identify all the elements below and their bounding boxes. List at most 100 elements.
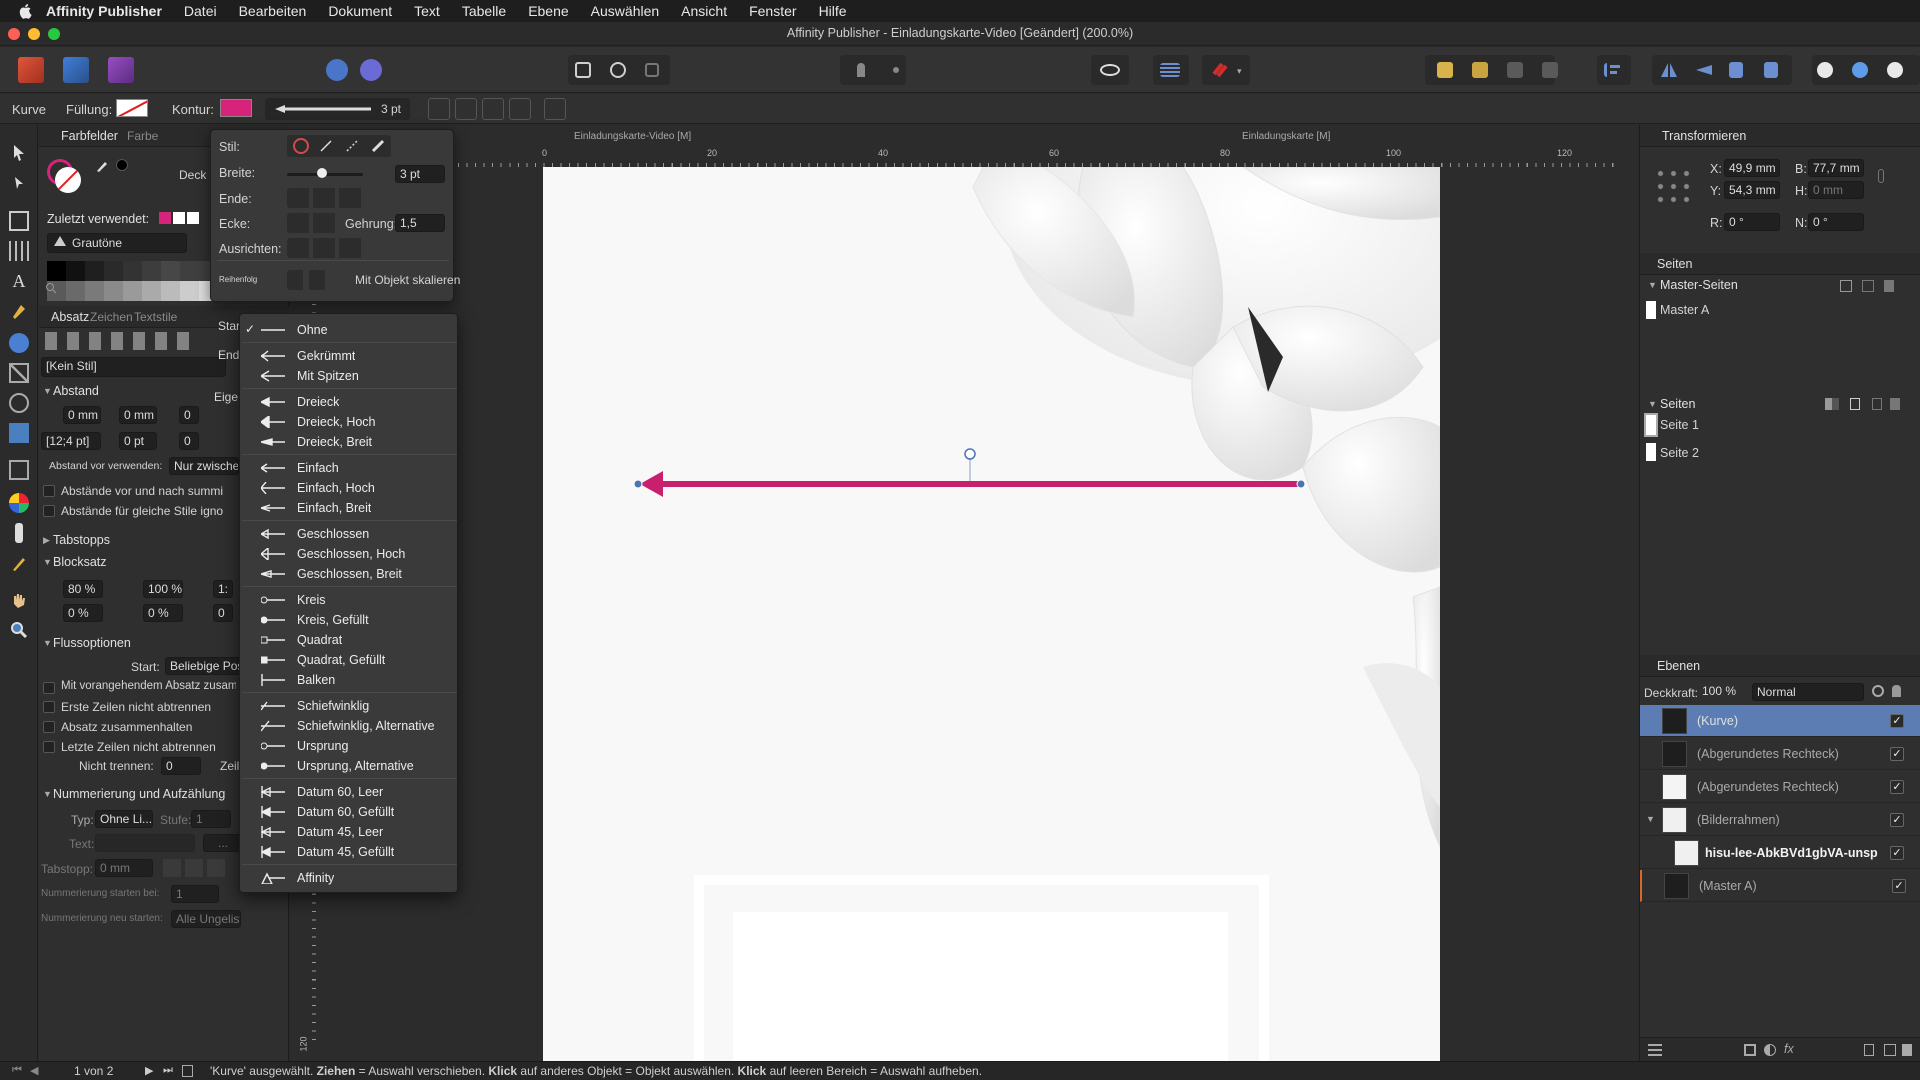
rotate-left-icon[interactable] bbox=[1729, 62, 1743, 78]
snap-grid-icon[interactable] bbox=[509, 98, 531, 120]
align-stroke-buttons[interactable] bbox=[287, 238, 363, 258]
space-after-field[interactable]: 0 mm bbox=[119, 406, 157, 424]
share-icon[interactable] bbox=[326, 59, 348, 81]
spacing-disclosure-icon[interactable]: ▼ bbox=[43, 386, 52, 396]
layer-settings-icon[interactable] bbox=[1872, 685, 1884, 697]
stroke-width-field[interactable]: 3 pt bbox=[265, 98, 410, 120]
spread-view-icon[interactable] bbox=[1825, 398, 1839, 410]
start-node-handle[interactable] bbox=[633, 479, 643, 489]
master-disclosure-icon[interactable]: ▼ bbox=[1648, 280, 1657, 290]
word-spacing-desired-field[interactable]: 100 % bbox=[143, 580, 183, 598]
r-input[interactable]: 0 ° bbox=[1724, 213, 1780, 231]
layer-visibility-rect-1[interactable]: ✓ bbox=[1890, 747, 1904, 761]
arrowhead-option-einfach[interactable]: Einfach bbox=[240, 458, 459, 478]
paragraph-align-buttons[interactable] bbox=[45, 332, 195, 350]
letter-spacing-min-field[interactable]: 0 % bbox=[63, 604, 103, 622]
arrowhead-option-dreieck[interactable]: Dreieck bbox=[240, 392, 459, 412]
arrowhead-option-datum-45-gefüllt[interactable]: Datum 45, Gefüllt bbox=[240, 842, 459, 862]
arrowhead-option-schiefwinklig[interactable]: Schiefwinklig bbox=[240, 696, 459, 716]
hand-tool-icon[interactable] bbox=[9, 590, 29, 610]
numbering-align-buttons[interactable] bbox=[163, 859, 225, 877]
arrowhead-option-affinity[interactable]: Affinity bbox=[240, 868, 459, 888]
num-restart-select[interactable]: Alle Ungelist... bbox=[171, 910, 241, 928]
arrowhead-option-dreieck-hoch[interactable]: Dreieck, Hoch bbox=[240, 412, 459, 432]
keep-together-checkbox[interactable] bbox=[43, 721, 55, 733]
photo-persona-icon[interactable] bbox=[108, 57, 134, 83]
stroke-width-input[interactable]: 3 pt bbox=[395, 165, 445, 183]
rotation-handle[interactable] bbox=[964, 448, 976, 460]
stroke-width-slider-thumb[interactable] bbox=[317, 168, 327, 178]
menu-hilfe[interactable]: Hilfe bbox=[819, 3, 847, 19]
flip-horizontal-icon[interactable] bbox=[1659, 61, 1679, 79]
arrowhead-option-kreis[interactable]: Kreis bbox=[240, 590, 459, 610]
fill-color-well[interactable] bbox=[55, 167, 81, 193]
no-break-field[interactable]: 0 bbox=[161, 757, 201, 775]
publisher-persona-icon[interactable] bbox=[18, 57, 44, 83]
node-tool-icon[interactable] bbox=[9, 173, 29, 193]
align-icon[interactable] bbox=[1604, 63, 1620, 77]
keep-with-previous-checkbox[interactable] bbox=[43, 682, 55, 694]
layer-row-image[interactable]: hisu-lee-AbkBVd1gbVA-unsp ✓ bbox=[1640, 837, 1920, 869]
arrowhead-option-datum-60-leer[interactable]: Datum 60, Leer bbox=[240, 782, 459, 802]
arrowhead-option-geschlossen[interactable]: Geschlossen bbox=[240, 524, 459, 544]
type-select[interactable]: Ohne Li... bbox=[95, 810, 153, 828]
layer-opacity-field[interactable]: 100 % bbox=[1698, 683, 1738, 701]
end-node-handle[interactable] bbox=[1296, 479, 1306, 489]
arrowhead-option-quadrat-gefüllt[interactable]: Quadrat, Gefüllt bbox=[240, 650, 459, 670]
apply-spacing-select[interactable]: Nur zwische bbox=[169, 457, 239, 475]
space-third-field[interactable]: 0 bbox=[179, 406, 199, 424]
arrowhead-option-ursprung-alternative[interactable]: Ursprung, Alternative bbox=[240, 756, 459, 776]
n-input[interactable]: 0 ° bbox=[1808, 213, 1864, 231]
next-page-icon[interactable]: ▶ bbox=[145, 1064, 153, 1077]
layers-stack-icon[interactable] bbox=[1648, 1044, 1662, 1056]
num-start-field[interactable]: 1 bbox=[171, 885, 219, 903]
menu-datei[interactable]: Datei bbox=[184, 3, 217, 19]
text-field[interactable] bbox=[95, 834, 195, 852]
layer-row-kurve[interactable]: (Kurve) ✓ bbox=[1640, 705, 1920, 737]
palette-select[interactable]: Grautöne bbox=[47, 233, 187, 253]
zoom-window-button[interactable] bbox=[48, 28, 60, 40]
add-boolean-icon[interactable] bbox=[1817, 62, 1833, 78]
first-page-icon[interactable]: ⏮ bbox=[12, 1064, 22, 1077]
layer-row-rect-2[interactable]: (Abgerundetes Rechteck) ✓ bbox=[1640, 771, 1920, 803]
duplicate-master-icon[interactable] bbox=[1862, 280, 1874, 292]
preview-eye-icon[interactable] bbox=[1100, 64, 1120, 76]
arrowhead-option-gekrümmt[interactable]: Gekrümmt bbox=[240, 346, 459, 366]
move-to-front-icon[interactable] bbox=[1542, 62, 1558, 78]
b-input[interactable]: 77,7 mm bbox=[1808, 159, 1864, 177]
move-back-icon[interactable] bbox=[1472, 62, 1488, 78]
tab-textstile[interactable]: Textstile bbox=[134, 310, 177, 324]
miter-input[interactable]: 1,5 bbox=[395, 214, 445, 232]
menu-text[interactable]: Text bbox=[414, 3, 440, 19]
h-input[interactable]: 0 mm bbox=[1808, 181, 1864, 199]
group-layers-icon[interactable] bbox=[1884, 1044, 1896, 1056]
designer-persona-icon[interactable] bbox=[63, 57, 89, 83]
tab-absatz[interactable]: Absatz bbox=[51, 310, 89, 324]
baseline-grid-icon[interactable] bbox=[1160, 63, 1180, 77]
clip-view-icon[interactable] bbox=[645, 63, 659, 77]
link-proportions-icon[interactable] bbox=[1878, 169, 1884, 183]
join-buttons[interactable] bbox=[287, 213, 337, 233]
stroke-swatch[interactable] bbox=[220, 99, 252, 117]
letter-spacing-max-field[interactable]: 0 bbox=[213, 604, 233, 622]
mask-layer-icon[interactable] bbox=[1744, 1044, 1756, 1056]
layer-row-rect-1[interactable]: (Abgerundetes Rechteck) ✓ bbox=[1640, 738, 1920, 770]
pin-icon[interactable] bbox=[857, 63, 865, 77]
minimize-window-button[interactable] bbox=[28, 28, 40, 40]
flow-start-select[interactable]: Beliebige Pos bbox=[165, 657, 245, 675]
picture-frame-tool-icon[interactable] bbox=[9, 363, 29, 383]
prev-page-icon[interactable]: ◀ bbox=[30, 1064, 38, 1077]
snapping-magnet-icon[interactable] bbox=[1210, 60, 1230, 80]
spacing-ignore-checkbox[interactable] bbox=[43, 505, 55, 517]
tabstops-disclosure-icon[interactable]: ▶ bbox=[43, 535, 50, 546]
page-1-label[interactable]: Seite 1 bbox=[1660, 418, 1699, 432]
recent-swatch-white-2[interactable] bbox=[187, 212, 199, 224]
tab-farbfelder[interactable]: Farbfelder bbox=[61, 129, 118, 143]
page-options-icon[interactable] bbox=[182, 1065, 193, 1077]
apple-logo-icon[interactable] bbox=[18, 3, 34, 19]
arrowhead-option-balken[interactable]: Balken bbox=[240, 670, 459, 690]
page-2-label[interactable]: Seite 2 bbox=[1660, 446, 1699, 460]
delete-master-icon[interactable] bbox=[1884, 280, 1894, 292]
space-before-field[interactable]: 0 mm bbox=[63, 406, 101, 424]
fill-tool-icon[interactable] bbox=[9, 493, 29, 513]
